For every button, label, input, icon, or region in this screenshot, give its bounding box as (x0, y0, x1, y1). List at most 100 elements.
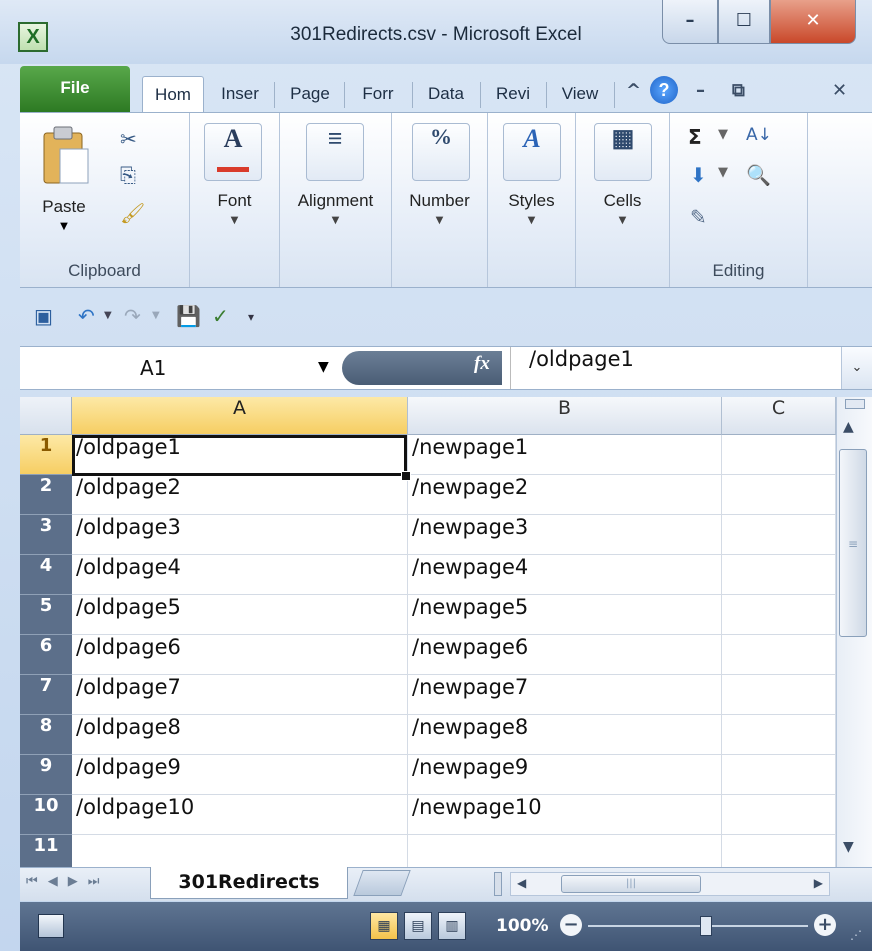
tab-data[interactable]: Data (416, 76, 476, 112)
cell-b9[interactable]: /newpage9 (408, 755, 722, 795)
cell-a1[interactable]: /oldpage1 (72, 435, 408, 475)
cell-a4[interactable]: /oldpage4 (72, 555, 408, 595)
save-icon[interactable]: 💾 (176, 304, 201, 328)
tab-file[interactable]: File (20, 66, 130, 112)
row-header[interactable]: 10 (20, 795, 72, 835)
cell-a10[interactable]: /oldpage10 (72, 795, 408, 835)
cell-c3[interactable] (722, 515, 836, 555)
name-box-dropdown-icon[interactable]: ▼ (318, 359, 329, 375)
undo-dropdown-icon[interactable]: ▼ (104, 310, 112, 321)
tab-insert[interactable]: Inser (210, 76, 270, 112)
workbook-minimize-icon[interactable]: – (696, 80, 705, 101)
spelling-icon[interactable]: ✓ (212, 304, 229, 328)
cell-c5[interactable] (722, 595, 836, 635)
scroll-up-icon[interactable]: ▲ (843, 419, 854, 435)
cell-a9[interactable]: /oldpage9 (72, 755, 408, 795)
paste-button[interactable]: Paste ▼ (30, 119, 98, 249)
excel-small-icon[interactable]: ▣ (34, 304, 53, 328)
sort-filter-icon[interactable]: A↓ (746, 125, 772, 145)
tab-view[interactable]: View (550, 76, 610, 112)
cell-c6[interactable] (722, 635, 836, 675)
tab-home[interactable]: Hom (142, 76, 204, 112)
scroll-down-icon[interactable]: ▼ (843, 839, 854, 855)
row-header[interactable]: 5 (20, 595, 72, 635)
name-box[interactable]: A1 (20, 347, 340, 389)
cell-c7[interactable] (722, 675, 836, 715)
cell-c1[interactable] (722, 435, 836, 475)
row-header[interactable]: 6 (20, 635, 72, 675)
scroll-right-icon[interactable]: ▶ (814, 876, 823, 890)
normal-view-icon[interactable]: ▦ (370, 912, 398, 940)
cell-c9[interactable] (722, 755, 836, 795)
fill-handle[interactable] (401, 471, 411, 481)
cell-a3[interactable]: /oldpage3 (72, 515, 408, 555)
cell-a6[interactable]: /oldpage6 (72, 635, 408, 675)
horizontal-scroll-thumb[interactable]: ||| (561, 875, 701, 893)
vertical-scroll-thumb[interactable]: ≡ (839, 449, 867, 637)
font-group[interactable]: A Font ▼ (190, 113, 280, 287)
alignment-group[interactable]: ≡ Alignment ▼ (280, 113, 392, 287)
expand-formula-bar-icon[interactable]: ⌄ (841, 347, 872, 389)
cell-b5[interactable]: /newpage5 (408, 595, 722, 635)
undo-icon[interactable]: ↶ (78, 304, 95, 328)
cells-group[interactable]: ▦ Cells ▼ (576, 113, 670, 287)
row-header[interactable]: 9 (20, 755, 72, 795)
macro-record-icon[interactable] (38, 914, 64, 938)
column-header-b[interactable]: B (408, 397, 722, 435)
column-header-c[interactable]: C (722, 397, 836, 435)
cell-c2[interactable] (722, 475, 836, 515)
cell-b6[interactable]: /newpage6 (408, 635, 722, 675)
cell-b4[interactable]: /newpage4 (408, 555, 722, 595)
number-group[interactable]: % Number ▼ (392, 113, 488, 287)
row-header[interactable]: 4 (20, 555, 72, 595)
cell-b7[interactable]: /newpage7 (408, 675, 722, 715)
format-painter-icon[interactable]: 🖌 (120, 201, 145, 225)
cut-icon[interactable]: ✂ (120, 127, 137, 151)
page-layout-view-icon[interactable]: ▤ (404, 912, 432, 940)
sheet-navigation-icons[interactable]: ⏮◀▶⏭ (26, 874, 109, 889)
cell-b8[interactable]: /newpage8 (408, 715, 722, 755)
copy-icon[interactable]: ⎘ (120, 163, 136, 187)
row-header[interactable]: 1 (20, 435, 72, 475)
cell-b10[interactable]: /newpage10 (408, 795, 722, 835)
cell-b2[interactable]: /newpage2 (408, 475, 722, 515)
cell-a5[interactable]: /oldpage5 (72, 595, 408, 635)
zoom-in-icon[interactable]: + (814, 914, 836, 936)
tab-page-layout[interactable]: Page (278, 76, 342, 112)
cell-c10[interactable] (722, 795, 836, 835)
page-break-preview-icon[interactable]: ▥ (438, 912, 466, 940)
cell-a11[interactable] (72, 835, 408, 867)
row-header[interactable]: 2 (20, 475, 72, 515)
scroll-left-icon[interactable]: ◀ (517, 876, 526, 890)
ribbon-collapse-icon[interactable]: ^ (626, 80, 641, 101)
workbook-close-icon[interactable]: ✕ (832, 80, 847, 101)
split-box[interactable] (845, 399, 865, 409)
workbook-restore-icon[interactable]: ⧉ (732, 80, 745, 101)
column-header-a[interactable]: A (72, 397, 408, 435)
insert-worksheet-icon[interactable] (353, 870, 411, 896)
worksheet-grid[interactable]: A B C 1 /oldpage1 /newpage1 2 /oldpage2 … (20, 397, 836, 867)
row-header[interactable]: 8 (20, 715, 72, 755)
row-header[interactable]: 7 (20, 675, 72, 715)
sheet-tab-301redirects[interactable]: 301Redirects (150, 867, 348, 899)
help-icon[interactable]: ? (650, 76, 678, 104)
zoom-slider-thumb[interactable] (700, 916, 712, 936)
cell-a8[interactable]: /oldpage8 (72, 715, 408, 755)
minimize-button[interactable]: – (662, 0, 718, 44)
styles-group[interactable]: A Styles ▼ (488, 113, 576, 287)
cell-a2[interactable]: /oldpage2 (72, 475, 408, 515)
customize-qat-icon[interactable]: ▾ (248, 310, 254, 324)
resize-grip-icon[interactable]: ⋰ (850, 928, 862, 942)
tab-review[interactable]: Revi (484, 76, 542, 112)
tab-split-handle[interactable] (494, 872, 502, 896)
zoom-out-icon[interactable]: − (560, 914, 582, 936)
autosum-dropdown-icon[interactable]: ▼ (718, 127, 728, 142)
redo-icon[interactable]: ↷ (124, 304, 141, 328)
formula-input[interactable]: /oldpage1 (510, 347, 634, 389)
close-button[interactable]: ✕ (770, 0, 856, 44)
clear-icon[interactable]: ✎ (690, 205, 707, 229)
cell-c4[interactable] (722, 555, 836, 595)
redo-dropdown-icon[interactable]: ▼ (152, 310, 160, 321)
insert-function-icon[interactable]: fx (474, 353, 490, 375)
zoom-slider-track[interactable] (588, 925, 808, 927)
